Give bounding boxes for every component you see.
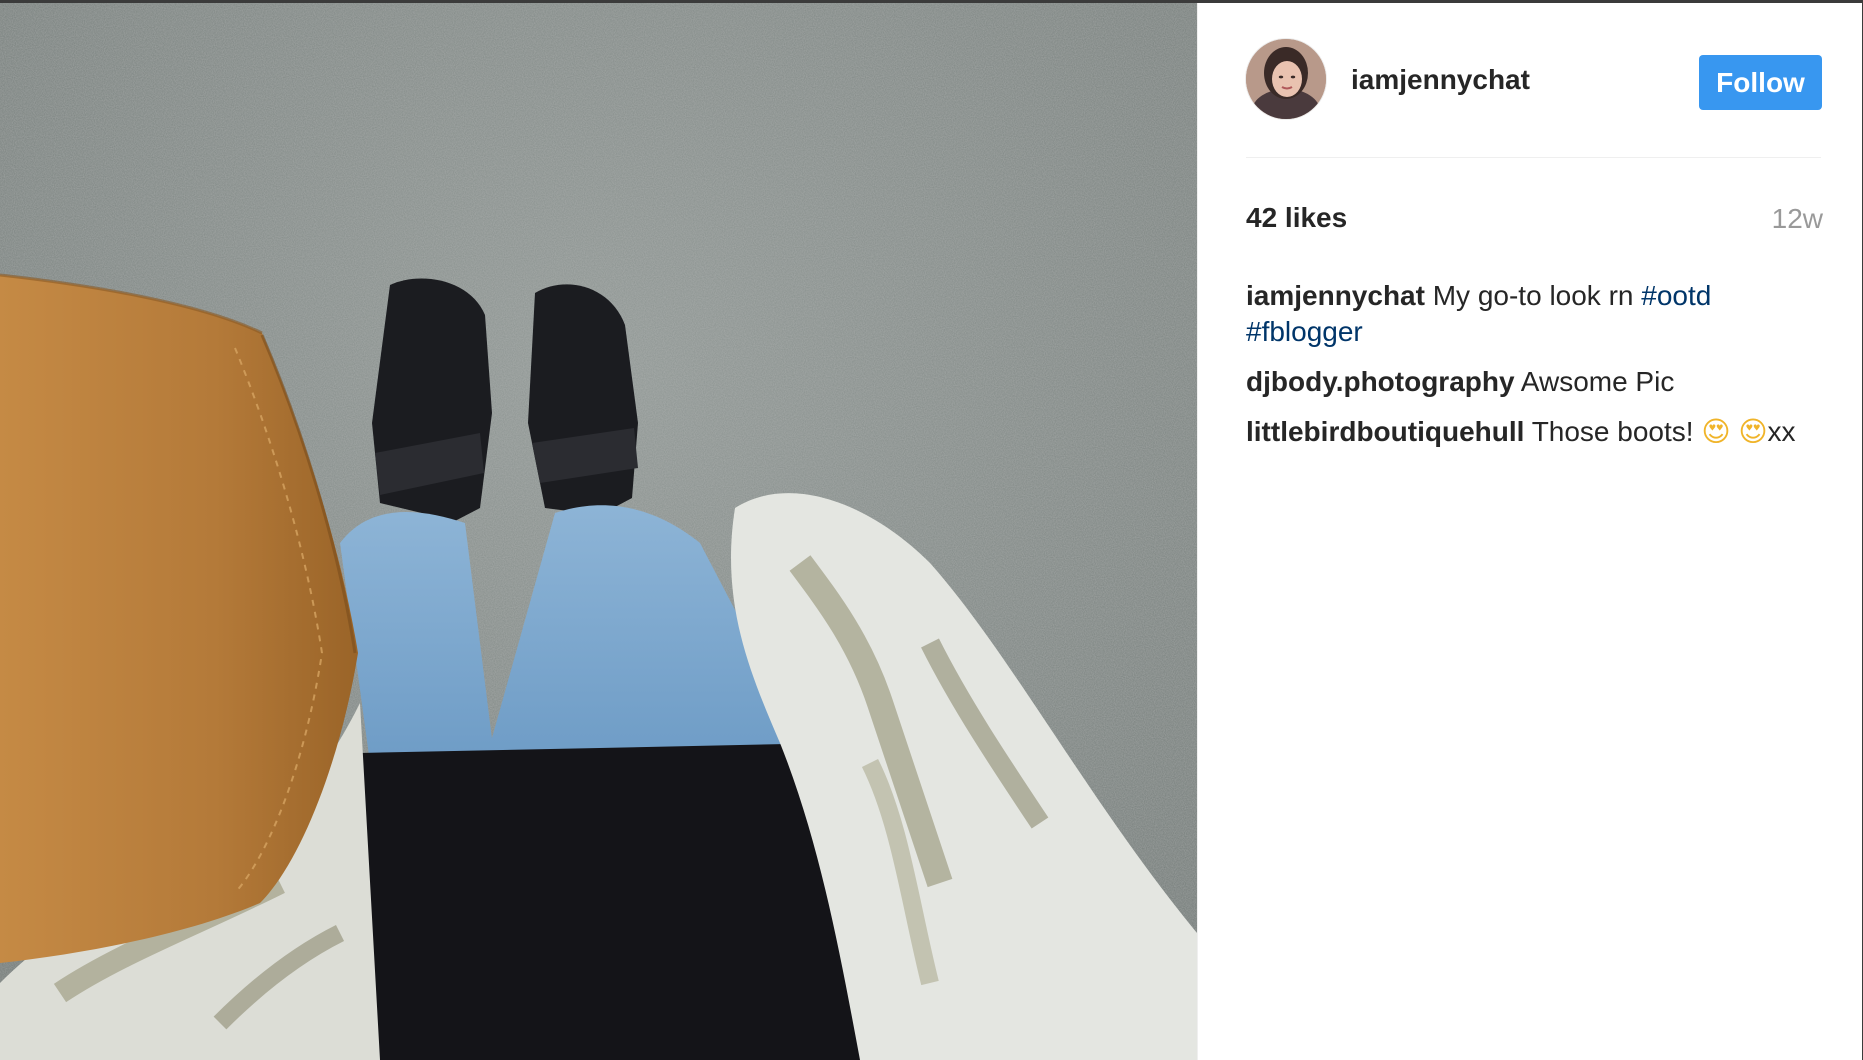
comment-text: Awsome Pic bbox=[1520, 366, 1675, 397]
author-username[interactable]: iamjennychat bbox=[1351, 64, 1530, 96]
post-age[interactable]: 12w bbox=[1772, 203, 1823, 235]
left-boot bbox=[372, 278, 492, 521]
comment-item: djbody.photography Awsome Pic bbox=[1246, 364, 1824, 400]
comment-item: littlebirdboutiquehull Those boots! 😍 😍x… bbox=[1246, 414, 1824, 450]
comment-username[interactable]: iamjennychat bbox=[1246, 280, 1425, 311]
likes-count[interactable]: 42 likes bbox=[1246, 202, 1347, 234]
right-boot bbox=[528, 284, 638, 515]
post-photo[interactable] bbox=[0, 3, 1197, 1060]
comment-list: iamjennychat My go-to look rn #ootd #fbl… bbox=[1246, 278, 1824, 464]
comment-text: My go-to look rn bbox=[1432, 280, 1634, 311]
comment-username[interactable]: djbody.photography bbox=[1246, 366, 1515, 397]
comment-text: Those boots! bbox=[1531, 416, 1694, 447]
comment-text-tail: xx bbox=[1767, 416, 1796, 447]
hashtag-link[interactable]: #fblogger bbox=[1246, 316, 1363, 347]
comment-username[interactable]: littlebirdboutiquehull bbox=[1246, 416, 1524, 447]
header-divider bbox=[1246, 157, 1821, 158]
post-header: iamjennychat Follow bbox=[1246, 39, 1822, 121]
comment-item: iamjennychat My go-to look rn #ootd #fbl… bbox=[1246, 278, 1824, 350]
avatar[interactable] bbox=[1246, 39, 1326, 119]
post-sidebar: iamjennychat Follow 42 likes 12w iamjenn… bbox=[1197, 3, 1862, 1060]
heart-eyes-emoji-icon: 😍 bbox=[1701, 415, 1731, 448]
hashtag-link[interactable]: #ootd bbox=[1641, 280, 1711, 311]
heart-eyes-emoji-icon: 😍 bbox=[1738, 415, 1768, 448]
follow-button[interactable]: Follow bbox=[1699, 55, 1822, 110]
